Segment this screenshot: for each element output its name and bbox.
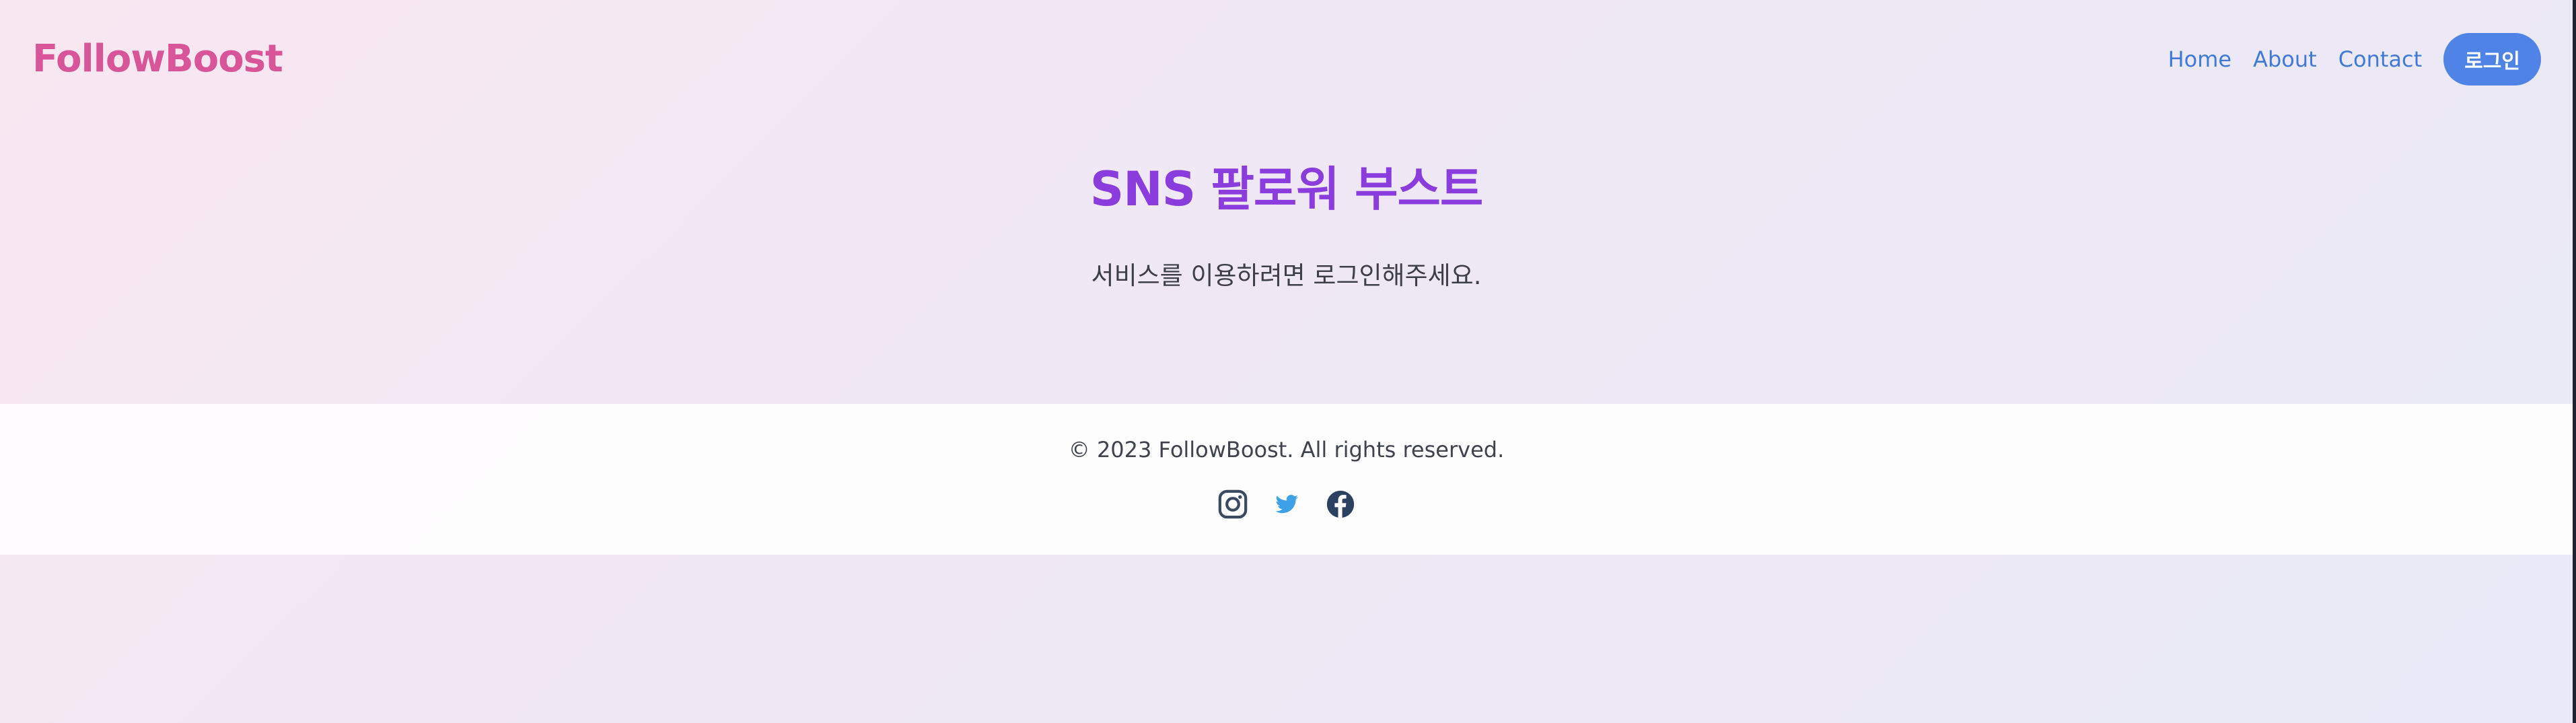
main-nav: Home About Contact 로그인 bbox=[2168, 33, 2541, 85]
social-links bbox=[0, 487, 2573, 521]
nav-about-link[interactable]: About bbox=[2253, 46, 2317, 72]
login-prompt: 서비스를 이용하려면 로그인해주세요. bbox=[1091, 261, 1482, 290]
copyright-text: © 2023 FollowBoost. All rights reserved. bbox=[1068, 437, 1505, 462]
nav-contact-link[interactable]: Contact bbox=[2338, 46, 2423, 72]
instagram-icon[interactable] bbox=[1216, 487, 1250, 521]
twitter-icon[interactable] bbox=[1270, 487, 1303, 521]
facebook-icon[interactable] bbox=[1324, 487, 1357, 521]
page-title: SNS 팔로워 부스트 bbox=[1089, 162, 1484, 217]
brand-logo[interactable]: FollowBoost bbox=[32, 35, 283, 83]
window-edge bbox=[2573, 0, 2576, 723]
nav-home-link[interactable]: Home bbox=[2168, 46, 2232, 72]
site-footer: © 2023 FollowBoost. All rights reserved. bbox=[0, 404, 2573, 555]
login-button[interactable]: 로그인 bbox=[2443, 33, 2541, 85]
